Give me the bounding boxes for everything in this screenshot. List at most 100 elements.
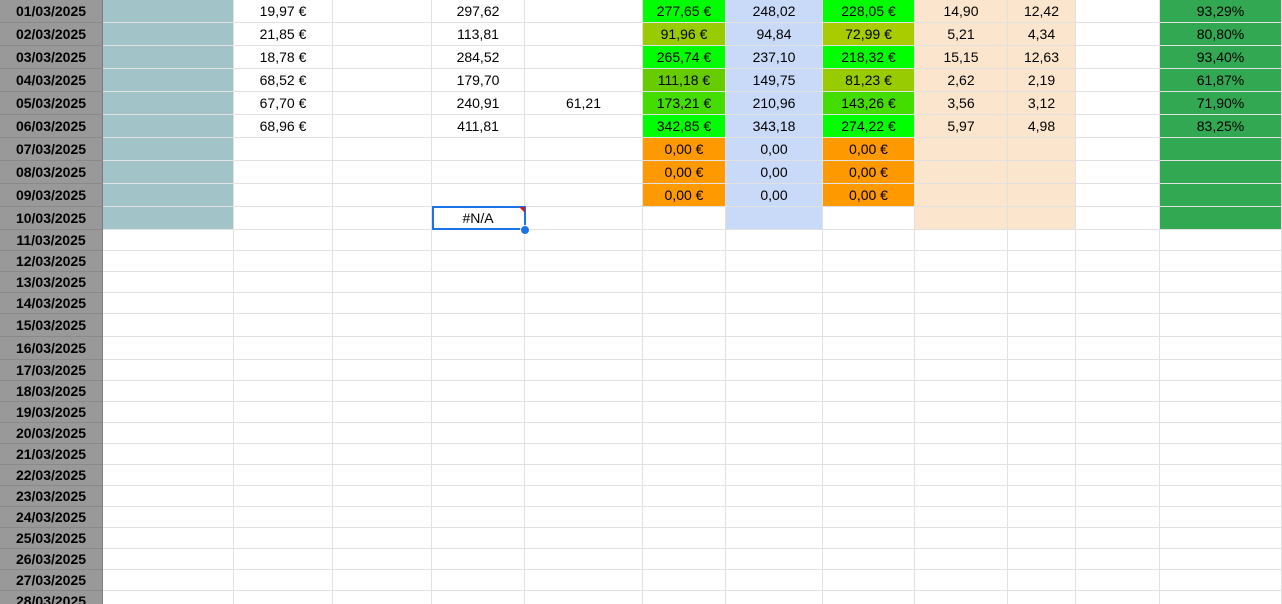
cell-net[interactable] [823,272,915,293]
cell-value[interactable] [432,549,525,570]
cell-amount[interactable] [234,528,333,549]
cell-amount[interactable] [234,184,333,207]
cell-ratio-2[interactable] [1008,293,1076,314]
cell-ratio[interactable]: 3,56 [915,92,1008,115]
cell-percent[interactable] [1160,507,1282,528]
cell-value[interactable] [432,161,525,184]
cell-total[interactable] [726,293,823,314]
cell-empty[interactable] [1076,0,1160,23]
cell-total[interactable] [726,314,823,337]
cell-ratio[interactable] [915,360,1008,381]
cell-empty[interactable] [333,23,432,46]
row-date[interactable]: 02/03/2025 [0,23,103,46]
cell-teal-col[interactable] [103,184,234,207]
cell-empty[interactable] [333,272,432,293]
cell-total[interactable]: 343,18 [726,115,823,138]
cell-empty[interactable] [333,423,432,444]
cell-ratio[interactable] [915,337,1008,360]
cell-empty[interactable] [1076,138,1160,161]
cell-teal-col[interactable] [103,115,234,138]
cell-value[interactable] [432,360,525,381]
row-date[interactable]: 06/03/2025 [0,115,103,138]
cell-teal-col[interactable] [103,161,234,184]
cell-ratio-2[interactable]: 12,63 [1008,46,1076,69]
cell-empty[interactable] [333,293,432,314]
cell-net[interactable] [823,314,915,337]
cell-margin[interactable] [643,337,726,360]
cell-value-2[interactable]: 61,21 [525,92,643,115]
cell-empty[interactable] [1076,402,1160,423]
cell-percent[interactable]: 80,80% [1160,23,1282,46]
cell-empty[interactable] [1076,337,1160,360]
cell-amount[interactable] [234,293,333,314]
cell-net[interactable] [823,293,915,314]
cell-value[interactable] [432,381,525,402]
cell-amount[interactable]: 68,96 € [234,115,333,138]
cell-ratio[interactable]: 14,90 [915,0,1008,23]
cell-ratio[interactable] [915,465,1008,486]
cell-margin[interactable] [643,207,726,230]
cell-ratio[interactable] [915,591,1008,604]
cell-empty[interactable] [1076,293,1160,314]
cell-teal-col[interactable] [103,46,234,69]
row-date[interactable]: 19/03/2025 [0,402,103,423]
cell-margin[interactable] [643,570,726,591]
cell-teal-col[interactable] [103,0,234,23]
cell-percent[interactable] [1160,360,1282,381]
cell-percent[interactable] [1160,570,1282,591]
cell-teal-col[interactable] [103,465,234,486]
active-cell-selection[interactable] [432,206,526,230]
cell-percent[interactable]: 61,87% [1160,69,1282,92]
cell-value-2[interactable] [525,115,643,138]
cell-percent[interactable] [1160,161,1282,184]
cell-percent[interactable] [1160,138,1282,161]
cell-empty[interactable] [1076,92,1160,115]
cell-value[interactable]: 411,81 [432,115,525,138]
cell-ratio[interactable] [915,486,1008,507]
cell-value[interactable] [432,528,525,549]
cell-empty[interactable] [333,69,432,92]
cell-ratio[interactable] [915,272,1008,293]
cell-total[interactable] [726,444,823,465]
cell-empty[interactable] [1076,184,1160,207]
cell-value[interactable] [432,184,525,207]
row-date[interactable]: 12/03/2025 [0,251,103,272]
cell-net[interactable]: 72,99 € [823,23,915,46]
cell-teal-col[interactable] [103,549,234,570]
cell-percent[interactable]: 83,25% [1160,115,1282,138]
cell-margin[interactable] [643,360,726,381]
cell-empty[interactable] [333,115,432,138]
row-date[interactable]: 16/03/2025 [0,337,103,360]
cell-teal-col[interactable] [103,92,234,115]
cell-empty[interactable] [1076,314,1160,337]
cell-value[interactable]: 297,62 [432,0,525,23]
cell-empty[interactable] [333,251,432,272]
cell-value-2[interactable] [525,360,643,381]
cell-net[interactable] [823,465,915,486]
cell-amount[interactable]: 18,78 € [234,46,333,69]
cell-ratio[interactable] [915,507,1008,528]
cell-ratio-2[interactable] [1008,251,1076,272]
cell-empty[interactable] [333,337,432,360]
cell-net[interactable] [823,570,915,591]
cell-empty[interactable] [333,0,432,23]
cell-net[interactable] [823,507,915,528]
cell-teal-col[interactable] [103,293,234,314]
cell-value[interactable] [432,337,525,360]
cell-empty[interactable] [1076,465,1160,486]
cell-amount[interactable] [234,444,333,465]
cell-percent[interactable]: 71,90% [1160,92,1282,115]
cell-value[interactable] [432,444,525,465]
cell-percent[interactable] [1160,528,1282,549]
cell-empty[interactable] [333,444,432,465]
cell-percent[interactable] [1160,184,1282,207]
cell-ratio[interactable] [915,230,1008,251]
cell-ratio-2[interactable]: 4,34 [1008,23,1076,46]
cell-teal-col[interactable] [103,444,234,465]
cell-teal-col[interactable] [103,138,234,161]
cell-margin[interactable] [643,507,726,528]
cell-total[interactable] [726,337,823,360]
cell-percent[interactable] [1160,465,1282,486]
cell-value[interactable]: 179,70 [432,69,525,92]
cell-value[interactable] [432,293,525,314]
